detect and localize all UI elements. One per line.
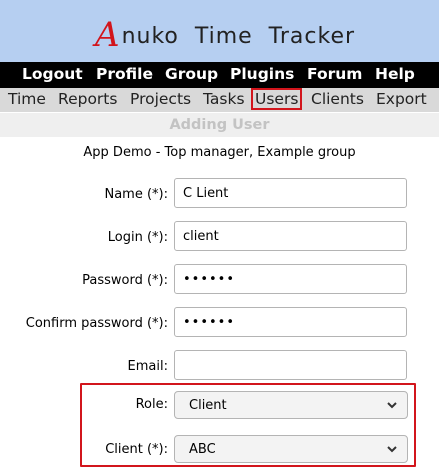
menu-help[interactable]: Help bbox=[375, 65, 415, 83]
menu-forum[interactable]: Forum bbox=[307, 65, 362, 83]
confirm-password-label: Confirm password (*): bbox=[25, 316, 168, 331]
client-label: Client (*): bbox=[105, 442, 168, 457]
client-select[interactable]: ABC bbox=[174, 435, 408, 463]
logo-initial: A bbox=[95, 15, 121, 55]
name-value: C Lient bbox=[183, 185, 229, 201]
logo-text: nuko Time Tracker bbox=[121, 24, 356, 49]
menu-plugins[interactable]: Plugins bbox=[230, 65, 294, 83]
confirm-password-field[interactable]: •••••• bbox=[174, 307, 407, 337]
tab-time[interactable]: Time bbox=[8, 90, 46, 108]
role-value: Client bbox=[189, 397, 227, 413]
password-value: •••••• bbox=[183, 271, 236, 287]
login-field[interactable]: client bbox=[174, 221, 407, 251]
page-title: Adding User bbox=[0, 113, 439, 137]
password-field[interactable]: •••••• bbox=[174, 264, 407, 294]
header-banner: Anuko Time Tracker bbox=[0, 0, 439, 62]
tab-clients[interactable]: Clients bbox=[311, 90, 364, 108]
app-logo[interactable]: Anuko Time Tracker bbox=[95, 12, 356, 55]
menu-profile[interactable]: Profile bbox=[96, 65, 153, 83]
chevron-down-icon bbox=[387, 402, 397, 409]
tab-reports[interactable]: Reports bbox=[58, 90, 117, 108]
role-label: Role: bbox=[135, 397, 168, 412]
menu-logout[interactable]: Logout bbox=[22, 65, 83, 83]
name-label: Name (*): bbox=[104, 187, 168, 202]
tab-projects[interactable]: Projects bbox=[130, 90, 191, 108]
login-value: client bbox=[183, 228, 219, 244]
tab-export[interactable]: Export bbox=[376, 90, 427, 108]
email-label: Email: bbox=[127, 359, 168, 374]
sub-menu: Time Reports Projects Tasks Users Client… bbox=[0, 88, 439, 112]
role-select[interactable]: Client bbox=[174, 391, 408, 419]
chevron-down-icon bbox=[387, 446, 397, 453]
menu-group[interactable]: Group bbox=[165, 65, 218, 83]
name-field[interactable]: C Lient bbox=[174, 178, 407, 208]
login-label: Login (*): bbox=[107, 230, 168, 245]
password-label: Password (*): bbox=[82, 273, 168, 288]
client-value: ABC bbox=[189, 441, 216, 457]
confirm-password-value: •••••• bbox=[183, 314, 236, 330]
tab-users[interactable]: Users bbox=[250, 88, 303, 110]
tab-tasks[interactable]: Tasks bbox=[203, 90, 245, 108]
top-menu: Logout Profile Group Plugins Forum Help bbox=[0, 62, 439, 88]
email-field[interactable] bbox=[174, 350, 407, 380]
group-info: App Demo - Top manager, Example group bbox=[83, 145, 356, 160]
